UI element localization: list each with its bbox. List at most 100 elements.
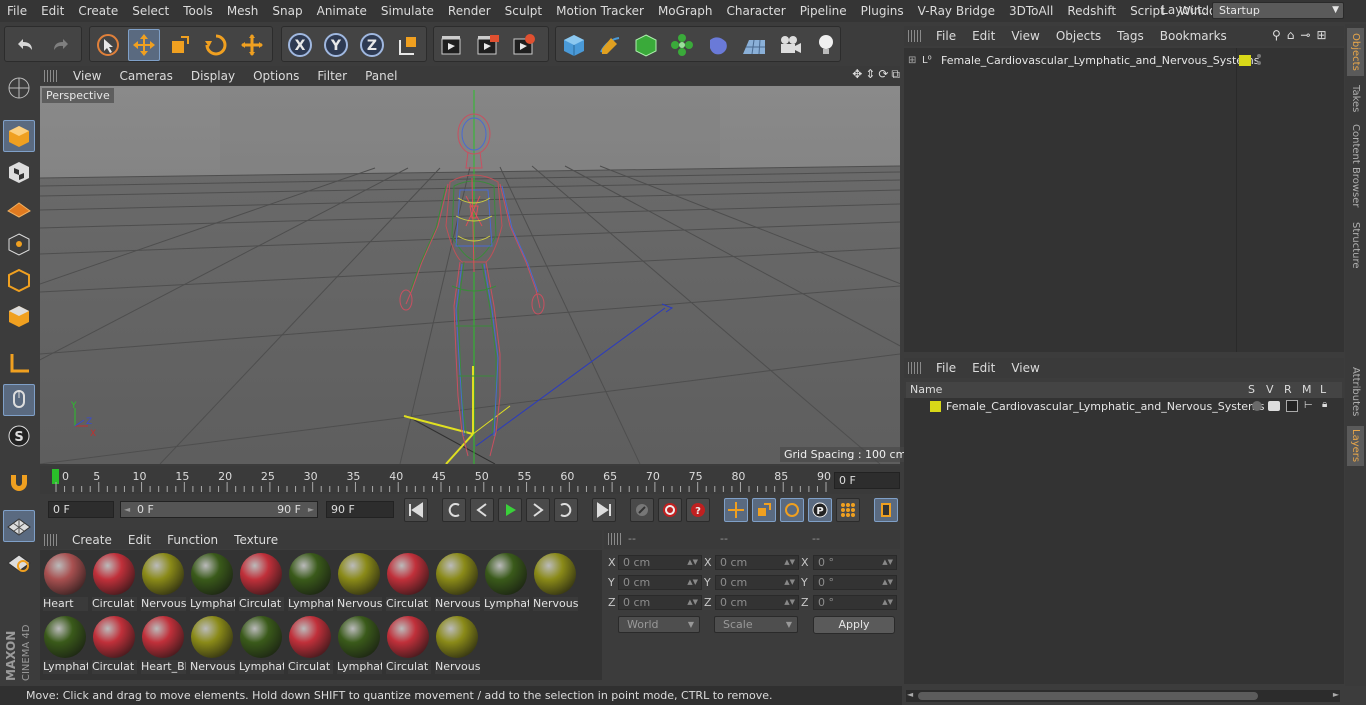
lock-icon[interactable]: 🔒︎ bbox=[1322, 399, 1332, 411]
coordinate-system-icon[interactable] bbox=[392, 29, 424, 61]
cloner-icon[interactable] bbox=[666, 29, 698, 61]
next-key-icon[interactable] bbox=[554, 498, 578, 522]
timeline-ruler[interactable]: 0 5 10 15 20 25 30 35 40 45 50 55 60 65 70 75 80 85 90 bbox=[40, 466, 900, 494]
material-swatch[interactable]: Circulat bbox=[91, 551, 137, 611]
menu-mesh[interactable]: Mesh bbox=[220, 4, 266, 18]
coord-rotation-field[interactable]: 0 ° ▲▼ bbox=[813, 595, 897, 610]
menu-sculpt[interactable]: Sculpt bbox=[498, 4, 549, 18]
viewport-menu-options[interactable]: Options bbox=[244, 69, 308, 83]
live-selection-icon[interactable] bbox=[92, 29, 124, 61]
go-to-start-icon[interactable] bbox=[404, 498, 428, 522]
material-swatch[interactable]: Circulat bbox=[287, 614, 333, 674]
material-swatch[interactable]: Circulat bbox=[385, 551, 431, 611]
manager-toggle-icon[interactable]: ⊢ bbox=[1304, 400, 1318, 412]
dolly-icon[interactable]: ⇕ bbox=[865, 67, 875, 82]
material-swatch[interactable]: Nervous bbox=[336, 551, 382, 611]
record-scale-icon[interactable] bbox=[752, 498, 776, 522]
deformer-icon[interactable] bbox=[702, 29, 734, 61]
perspective-viewport[interactable]: Y Z X bbox=[40, 86, 900, 464]
render-to-picture-viewer-icon[interactable] bbox=[472, 29, 504, 61]
coord-position-field[interactable]: 0 cm ▲▼ bbox=[618, 595, 702, 610]
menu-motion-tracker[interactable]: Motion Tracker bbox=[549, 4, 651, 18]
stepper-icon[interactable]: ▲▼ bbox=[882, 596, 893, 609]
make-editable-icon[interactable] bbox=[3, 72, 35, 104]
edges-mode-icon[interactable] bbox=[3, 264, 35, 296]
tweak-mode-icon[interactable] bbox=[3, 384, 35, 416]
render-toggle-icon[interactable] bbox=[1286, 400, 1298, 412]
coord-position-field[interactable]: 0 cm ▲▼ bbox=[618, 575, 702, 590]
redo-icon[interactable] bbox=[45, 29, 77, 61]
stepper-icon[interactable]: ▲▼ bbox=[784, 596, 795, 609]
coord-size-field[interactable]: 0 cm ▲▼ bbox=[715, 595, 799, 610]
coord-rotation-field[interactable]: 0 ° ▲▼ bbox=[813, 575, 897, 590]
workplane-snap-icon[interactable] bbox=[3, 510, 35, 542]
previous-key-icon[interactable] bbox=[442, 498, 466, 522]
record-rotation-icon[interactable] bbox=[780, 498, 804, 522]
stepper-icon[interactable]: ▲▼ bbox=[784, 556, 795, 569]
cube-icon[interactable] bbox=[558, 29, 590, 61]
menu-plugins[interactable]: Plugins bbox=[854, 4, 911, 18]
playhead-marker[interactable] bbox=[52, 469, 59, 484]
material-swatch[interactable]: Lymphat bbox=[42, 614, 88, 674]
material-swatch[interactable]: Lymphat bbox=[287, 551, 333, 611]
menu-animate[interactable]: Animate bbox=[310, 4, 374, 18]
viewport-menu-display[interactable]: Display bbox=[182, 69, 244, 83]
workplane-mode-icon[interactable] bbox=[3, 192, 35, 224]
material-swatch[interactable]: Circulat bbox=[91, 614, 137, 674]
coord-size-field[interactable]: 0 cm ▲▼ bbox=[715, 575, 799, 590]
material-menu-create[interactable]: Create bbox=[64, 533, 120, 547]
layer-row[interactable]: Female_Cardiovascular_Lymphatic_and_Nerv… bbox=[946, 399, 1266, 415]
eye-icon[interactable] bbox=[1268, 401, 1280, 411]
render-view-icon[interactable] bbox=[436, 29, 468, 61]
pan-icon[interactable]: ✥ bbox=[852, 67, 862, 82]
stepper-icon[interactable]: ▲▼ bbox=[687, 556, 698, 569]
menu-v-ray-bridge[interactable]: V-Ray Bridge bbox=[911, 4, 1002, 18]
stepper-icon[interactable]: ▲▼ bbox=[882, 556, 893, 569]
menu-tools[interactable]: Tools bbox=[176, 4, 220, 18]
menu-redshift[interactable]: Redshift bbox=[1060, 4, 1123, 18]
menu-mograph[interactable]: MoGraph bbox=[651, 4, 720, 18]
end-frame-field[interactable]: 90 F bbox=[326, 501, 394, 518]
material-swatch[interactable]: Lymphat bbox=[189, 551, 235, 611]
coord-position-field[interactable]: 0 cm ▲▼ bbox=[618, 555, 702, 570]
viewport-menu-cameras[interactable]: Cameras bbox=[110, 69, 181, 83]
solo-icon[interactable]: S bbox=[3, 420, 35, 452]
material-menu-texture[interactable]: Texture bbox=[226, 533, 286, 547]
object-row[interactable]: ⊞ L⁰ Female_Cardiovascular_Lymphatic_and… bbox=[906, 52, 1259, 70]
layer-menu-file[interactable]: File bbox=[928, 361, 964, 375]
points-mode-icon[interactable] bbox=[3, 228, 35, 260]
search-icon[interactable]: ⚲ bbox=[1272, 28, 1281, 42]
viewport-menu-panel[interactable]: Panel bbox=[356, 69, 406, 83]
object-menu-view[interactable]: View bbox=[1003, 29, 1047, 43]
record-keys-icon[interactable] bbox=[630, 498, 654, 522]
next-frame-icon[interactable] bbox=[526, 498, 550, 522]
material-swatch[interactable]: Circulat bbox=[385, 614, 431, 674]
material-swatch[interactable]: Nervous bbox=[189, 614, 235, 674]
object-menu-objects[interactable]: Objects bbox=[1048, 29, 1109, 43]
material-swatch[interactable]: Nervous bbox=[434, 614, 480, 674]
home-icon[interactable]: ⌂ bbox=[1287, 28, 1295, 42]
timeline-window-icon[interactable] bbox=[874, 498, 898, 522]
z-axis-lock-icon[interactable]: Z bbox=[356, 29, 388, 61]
start-frame-field[interactable]: 0 F bbox=[48, 501, 114, 518]
move-icon[interactable] bbox=[128, 29, 160, 61]
undo-icon[interactable] bbox=[9, 29, 41, 61]
layer-color-swatch[interactable] bbox=[930, 401, 941, 412]
autokeying-icon[interactable] bbox=[658, 498, 682, 522]
stepper-icon[interactable]: ▲▼ bbox=[882, 576, 893, 589]
object-menu-file[interactable]: File bbox=[928, 29, 964, 43]
layer-menu-edit[interactable]: Edit bbox=[964, 361, 1003, 375]
orbit-icon[interactable]: ⟳ bbox=[878, 67, 888, 82]
solo-toggle-icon[interactable] bbox=[1252, 401, 1262, 411]
previous-frame-icon[interactable] bbox=[470, 498, 494, 522]
layout-select[interactable]: Startup ▼ bbox=[1212, 2, 1344, 19]
coordinate-space-dropdown[interactable]: World ▼ bbox=[618, 616, 700, 633]
layer-menu-view[interactable]: View bbox=[1003, 361, 1047, 375]
stepper-icon[interactable]: ▲▼ bbox=[784, 576, 795, 589]
material-swatch[interactable]: Heart_Bl bbox=[140, 614, 186, 674]
editor-visibility-dot[interactable] bbox=[1257, 54, 1261, 58]
menu-snap[interactable]: Snap bbox=[265, 4, 309, 18]
record-position-icon[interactable] bbox=[724, 498, 748, 522]
viewport-menu-view[interactable]: View bbox=[64, 69, 110, 83]
edit-render-settings-icon[interactable] bbox=[508, 29, 540, 61]
